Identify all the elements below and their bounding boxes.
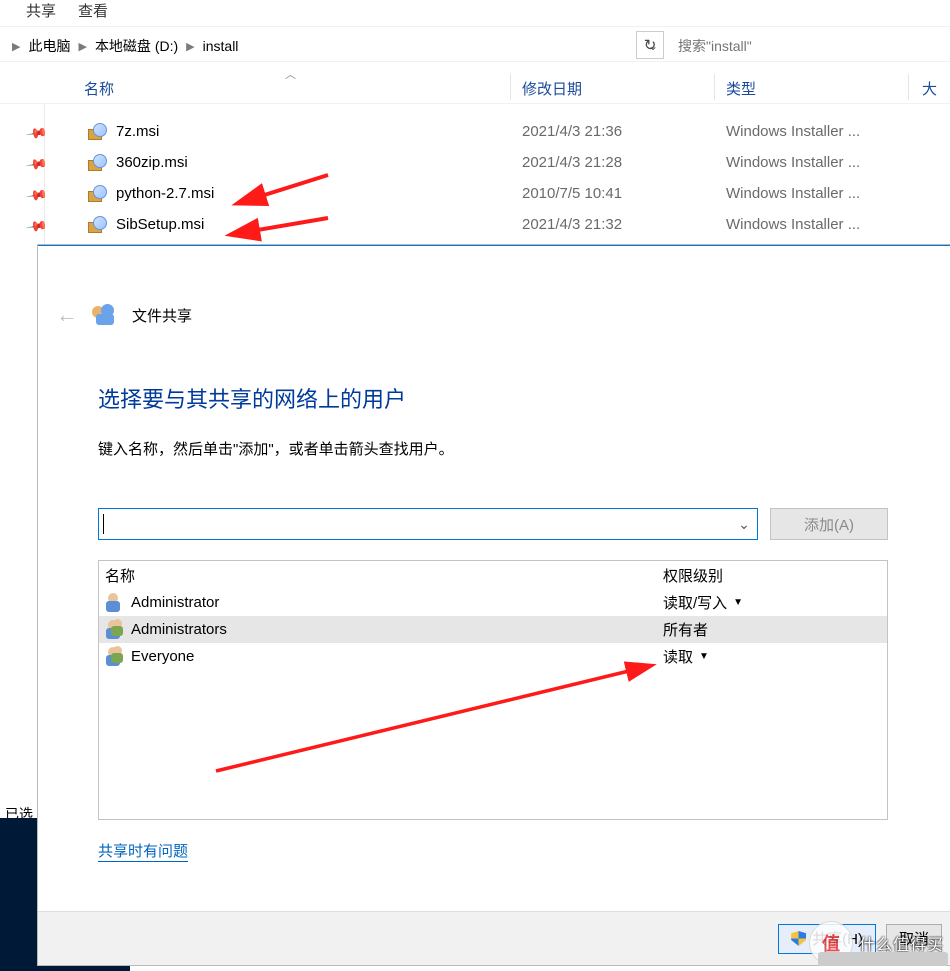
ribbon-tab-share[interactable]: 共享	[26, 0, 56, 21]
file-row[interactable]: 📌 SibSetup.msi 2021/4/3 21:32 Windows Insta…	[0, 211, 950, 242]
triangle-down-icon: ▼	[699, 651, 709, 662]
permission-user-name: Administrators	[131, 621, 663, 638]
msi-file-icon	[86, 122, 108, 144]
back-arrow-icon[interactable]: ←	[56, 302, 78, 328]
user-combobox[interactable]: ⌄	[98, 508, 758, 540]
permission-user-name: Administrator	[131, 594, 663, 611]
file-sharing-dialog: ← 文件共享 选择要与其共享的网络上的用户 键入名称，然后单击"添加"，或者单击…	[38, 245, 950, 965]
file-type: Windows Installer ...	[726, 123, 860, 140]
breadcrumb[interactable]: ▶ 此电脑 ▶ 本地磁盘 (D:) ▶ install ⌄	[8, 33, 664, 59]
file-row[interactable]: 📌 python-2.7.msi 2010/7/5 10:41 Windows Ins…	[0, 180, 950, 211]
perm-col-level[interactable]: 权限级别	[663, 565, 723, 586]
file-type: Windows Installer ...	[726, 185, 860, 202]
breadcrumb-seg-folder[interactable]: install	[199, 38, 243, 54]
column-header-size[interactable]: 大	[922, 78, 937, 99]
permission-level-dropdown[interactable]: 读取/写入▼	[663, 592, 743, 613]
file-type: Windows Installer ...	[726, 216, 860, 233]
column-header-date[interactable]: 修改日期	[522, 78, 582, 99]
file-date: 2021/4/3 21:28	[522, 154, 622, 171]
file-date: 2010/7/5 10:41	[522, 185, 622, 202]
refresh-icon: ↻	[644, 36, 657, 54]
horizontal-scrollbar-thumb[interactable]	[818, 952, 948, 966]
shield-icon	[791, 931, 806, 946]
chevron-right-icon: ▶	[182, 40, 198, 53]
ribbon-tab-view[interactable]: 查看	[78, 0, 108, 21]
file-type: Windows Installer ...	[726, 154, 860, 171]
group-icon	[103, 646, 125, 668]
help-link[interactable]: 共享时有问题	[98, 840, 188, 862]
dialog-title: 文件共享	[132, 305, 192, 326]
permission-row[interactable]: Administrator读取/写入▼	[99, 589, 887, 616]
breadcrumb-seg-drive[interactable]: 本地磁盘 (D:)	[91, 36, 182, 56]
file-date: 2021/4/3 21:36	[522, 123, 622, 140]
msi-file-icon	[86, 215, 108, 237]
explorer-ribbon: 共享 查看	[0, 0, 950, 20]
msi-file-icon	[86, 153, 108, 175]
dialog-heading: 选择要与其共享的网络上的用户	[98, 382, 406, 414]
file-name: 360zip.msi	[116, 154, 188, 171]
pin-icon: 📌	[25, 184, 49, 208]
pin-icon: 📌	[25, 215, 49, 239]
column-header-type[interactable]: 类型	[726, 78, 756, 99]
add-button[interactable]: 添加(A)	[770, 508, 888, 540]
refresh-button[interactable]: ↻	[636, 31, 664, 59]
file-column-headers: ︿ 名称 修改日期 类型 大	[0, 72, 950, 104]
permission-list-header: 名称 权限级别	[99, 561, 887, 589]
group-icon	[103, 619, 125, 641]
file-row[interactable]: 📌 360zip.msi 2021/4/3 21:28 Windows Install…	[0, 149, 950, 180]
perm-col-name[interactable]: 名称	[99, 565, 663, 586]
triangle-down-icon: ▼	[733, 597, 743, 608]
permission-user-name: Everyone	[131, 648, 663, 665]
permission-level-dropdown[interactable]: 读取▼	[663, 646, 709, 667]
dialog-subtext: 键入名称，然后单击"添加"，或者单击箭头查找用户。	[98, 438, 454, 459]
user-icon	[103, 592, 125, 614]
file-name: python-2.7.msi	[116, 185, 214, 202]
permission-row[interactable]: Administrators所有者	[99, 616, 887, 643]
file-list: 📌 7z.msi 2021/4/3 21:36 Windows Installer .…	[0, 118, 950, 242]
pin-icon: 📌	[25, 122, 49, 146]
msi-file-icon	[86, 184, 108, 206]
permission-list: 名称 权限级别 Administrator读取/写入▼Administrator…	[98, 560, 888, 820]
file-row[interactable]: 📌 7z.msi 2021/4/3 21:36 Windows Installer .…	[0, 118, 950, 149]
search-input[interactable]	[672, 33, 946, 59]
people-icon	[92, 304, 118, 326]
chevron-right-icon: ▶	[74, 40, 90, 53]
explorer-nav-row: ▶ 此电脑 ▶ 本地磁盘 (D:) ▶ install ⌄ ↻	[0, 26, 950, 62]
file-name: 7z.msi	[116, 123, 159, 140]
column-header-name[interactable]: 名称	[84, 78, 114, 99]
chevron-right-icon: ▶	[8, 40, 24, 53]
chevron-down-icon[interactable]: ⌄	[731, 509, 757, 539]
breadcrumb-seg-pc[interactable]: 此电脑	[24, 36, 74, 56]
pin-icon: 📌	[25, 153, 49, 177]
sort-arrow-icon: ︿	[285, 66, 296, 82]
file-name: SibSetup.msi	[116, 216, 204, 233]
file-date: 2021/4/3 21:32	[522, 216, 622, 233]
permission-level-dropdown: 所有者	[663, 619, 708, 640]
permission-row[interactable]: Everyone读取▼	[99, 643, 887, 670]
